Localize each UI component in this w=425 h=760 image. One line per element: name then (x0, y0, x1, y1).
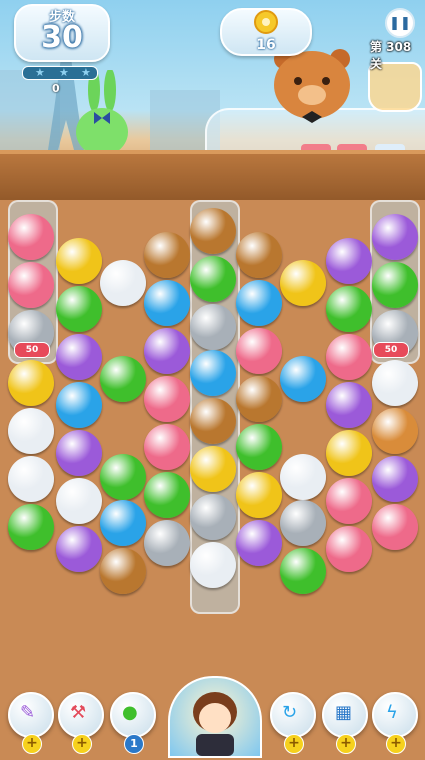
board-piece-white[interactable] (8, 408, 54, 454)
board-piece-blue[interactable] (236, 280, 282, 326)
swap-arrow-icon: ↻ (282, 702, 298, 723)
board-piece-yellow[interactable] (236, 472, 282, 518)
board-piece-pink[interactable] (144, 424, 190, 470)
board-piece-pink[interactable] (326, 526, 372, 572)
board-piece-yellow[interactable] (190, 446, 236, 492)
board-piece-pink[interactable] (236, 328, 282, 374)
pause-button[interactable]: ❚❚ (385, 8, 415, 38)
board-piece-pink[interactable] (326, 334, 372, 380)
score-progress-bar: ★ ★ ★ (22, 66, 98, 80)
moves-counter: 30 (41, 20, 83, 55)
board-piece-green[interactable] (8, 504, 54, 550)
board-piece-pink[interactable] (144, 376, 190, 422)
board-piece-silver[interactable] (190, 304, 236, 350)
booster-hammer-button[interactable]: ⚒ + (58, 692, 104, 754)
game-board: 50 50 (0, 200, 425, 620)
board-piece-purple[interactable] (372, 214, 418, 260)
board-piece-white[interactable] (280, 454, 326, 500)
goal-count: 16 (256, 37, 276, 53)
level-label: 第 308 关 (370, 40, 412, 71)
monster-hp-badge: 50 (14, 342, 50, 358)
board-piece-blue[interactable] (56, 382, 102, 428)
bear-chef-character (274, 49, 350, 123)
booster-lightning-button[interactable]: ϟ + (372, 692, 418, 754)
star-icon: ★ (59, 66, 69, 79)
board-piece-purple[interactable] (372, 456, 418, 502)
lightning-icon: ϟ (386, 702, 398, 723)
board-piece-purple[interactable] (144, 328, 190, 374)
board-piece-yellow[interactable] (8, 360, 54, 406)
wand-icon: ✎ (20, 702, 36, 723)
board-piece-yellow[interactable] (280, 260, 326, 306)
board-piece-pink[interactable] (8, 262, 54, 308)
counter-top (0, 150, 425, 200)
board-piece-green[interactable] (100, 454, 146, 500)
board-piece-yellow[interactable] (326, 430, 372, 476)
board-piece-purple[interactable] (236, 520, 282, 566)
board-piece-purple[interactable] (56, 334, 102, 380)
booster-wand-button[interactable]: ✎ + (8, 692, 54, 754)
board-piece-green[interactable] (190, 256, 236, 302)
board-piece-green[interactable] (236, 424, 282, 470)
goal-panel: 16 (220, 8, 312, 56)
balloon-icon: ● (122, 702, 138, 723)
board-piece-brown[interactable] (100, 548, 146, 594)
board-piece-white[interactable] (372, 360, 418, 406)
moves-panel: 步数 30 (14, 4, 110, 62)
booster-shuffle-button[interactable]: ▦ + (322, 692, 368, 754)
board-piece-purple[interactable] (56, 526, 102, 572)
board-piece-brown[interactable] (144, 232, 190, 278)
score-value: 0 (52, 82, 60, 95)
star-icon: ★ (35, 66, 45, 79)
monster-hp-badge: 50 (373, 342, 409, 358)
booster-count-badge: 1 (124, 734, 144, 754)
board-piece-purple[interactable] (326, 238, 372, 284)
board-piece-white[interactable] (190, 542, 236, 588)
board-piece-white[interactable] (100, 260, 146, 306)
board-piece-pink[interactable] (8, 214, 54, 260)
pineapple-ring-icon (254, 10, 278, 34)
board-piece-blue[interactable] (144, 280, 190, 326)
board-piece-silver[interactable] (144, 520, 190, 566)
board-piece-white[interactable] (8, 456, 54, 502)
board-piece-brown[interactable] (190, 208, 236, 254)
board-piece-brown[interactable] (236, 232, 282, 278)
board-piece-green[interactable] (280, 548, 326, 594)
booster-add-badge: + (72, 734, 92, 754)
booster-add-badge: + (22, 734, 42, 754)
grid-shuffle-icon: ▦ (335, 702, 353, 723)
board-piece-orange[interactable] (372, 408, 418, 454)
hammer-icon: ⚒ (70, 702, 87, 723)
board-piece-white[interactable] (56, 478, 102, 524)
board-piece-blue[interactable] (190, 350, 236, 396)
board-piece-yellow[interactable] (56, 238, 102, 284)
booster-swap-button[interactable]: ↻ + (270, 692, 316, 754)
board-piece-green[interactable] (56, 286, 102, 332)
board-piece-blue[interactable] (100, 500, 146, 546)
board-piece-pink[interactable] (372, 504, 418, 550)
board-piece-blue[interactable] (280, 356, 326, 402)
booster-add-badge: + (284, 734, 304, 754)
board-piece-green[interactable] (326, 286, 372, 332)
board-piece-purple[interactable] (56, 430, 102, 476)
board-piece-brown[interactable] (236, 376, 282, 422)
hero-avatar[interactable] (168, 676, 262, 758)
booster-balloon-button[interactable]: ● 1 (110, 692, 156, 754)
board-piece-silver[interactable] (280, 500, 326, 546)
booster-add-badge: + (336, 734, 356, 754)
board-piece-silver[interactable] (190, 494, 236, 540)
booster-add-badge: + (386, 734, 406, 754)
board-piece-pink[interactable] (326, 478, 372, 524)
board-piece-purple[interactable] (326, 382, 372, 428)
hero-character-icon (193, 692, 237, 756)
board-piece-green[interactable] (100, 356, 146, 402)
board-piece-green[interactable] (372, 262, 418, 308)
board-piece-brown[interactable] (190, 398, 236, 444)
board-piece-green[interactable] (144, 472, 190, 518)
star-icon: ★ (81, 66, 91, 79)
pause-icon: ❚❚ (389, 15, 411, 31)
